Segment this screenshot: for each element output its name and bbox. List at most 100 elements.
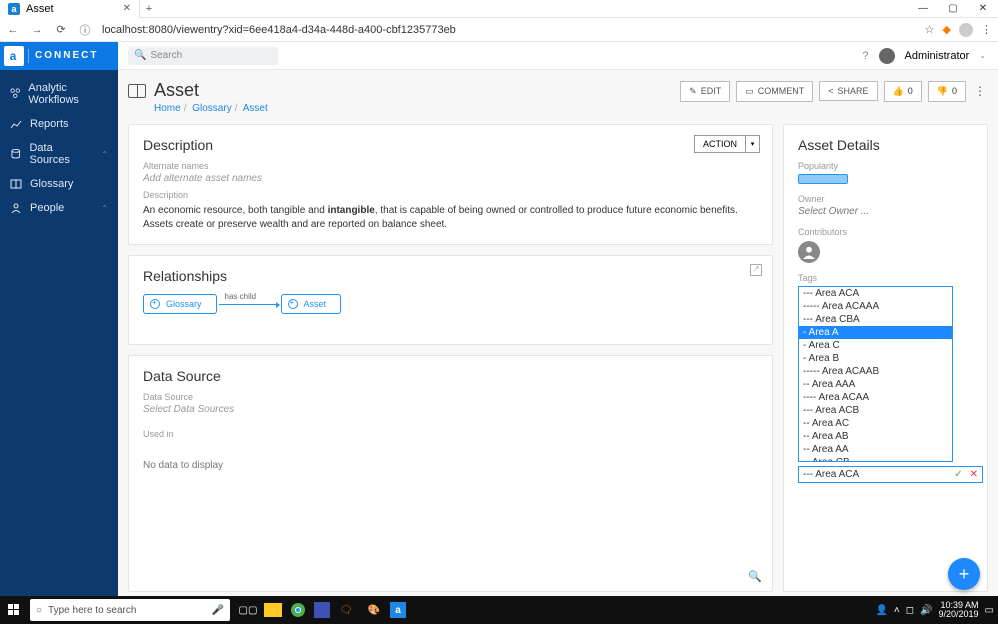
alt-names-input[interactable]: Add alternate asset names (143, 173, 758, 184)
tag-option[interactable]: - Area C (799, 339, 952, 352)
relationship-edge: has child (219, 304, 279, 305)
star-icon[interactable]: ☆ (925, 23, 935, 36)
tag-option[interactable]: --- Area ACB (799, 404, 952, 417)
app-icon-2[interactable]: 🗨 (334, 599, 358, 621)
close-icon[interactable]: ✕ (123, 3, 131, 14)
add-node-icon[interactable] (288, 299, 298, 309)
search-icon[interactable]: 🔍 (748, 570, 762, 583)
brand-logo[interactable]: a CONNECT (0, 42, 118, 70)
tag-option[interactable]: --- Area CBA (799, 313, 952, 326)
close-window-icon[interactable]: ✕ (968, 3, 998, 14)
popularity-label: Popularity (798, 161, 973, 171)
url-field[interactable]: localhost:8080/viewentry?xid=6ee418a4-d3… (102, 24, 915, 36)
tray-chevron-icon[interactable]: ˄ (894, 605, 900, 616)
tag-option[interactable]: -- Area AB (799, 430, 952, 443)
tag-option[interactable]: ----- Area ACAAA (799, 300, 952, 313)
sidebar-item-data-sources[interactable]: Data Sources ⌃ (0, 136, 118, 172)
tags-dropdown[interactable]: --- Area ACA----- Area ACAAA--- Area CBA… (798, 286, 953, 462)
profile-icon[interactable] (959, 23, 973, 37)
card-title: Asset Details (798, 137, 973, 153)
comment-icon: ▭ (745, 86, 754, 97)
action-dropdown-button[interactable]: ▾ (746, 135, 760, 153)
pin-icon[interactable]: ◆ (943, 23, 951, 36)
taskbar-search-placeholder: Type here to search (48, 605, 136, 616)
task-view-icon[interactable]: ▢▢ (236, 599, 260, 621)
chrome-icon[interactable] (286, 599, 310, 621)
user-avatar-icon[interactable] (879, 48, 895, 64)
cancel-icon[interactable]: ✕ (966, 469, 982, 480)
tag-option[interactable]: -- Area AC (799, 417, 952, 430)
contributor-avatar[interactable] (798, 241, 820, 263)
sidebar-item-label: People (30, 202, 64, 214)
maximize-icon[interactable]: ▢ (938, 3, 968, 14)
tag-option[interactable]: -- Area AA (799, 443, 952, 456)
sidebar-item-analytic-workflows[interactable]: Analytic Workflows (0, 76, 118, 112)
crumb-home[interactable]: Home (154, 103, 181, 114)
action-button[interactable]: ACTION (694, 135, 746, 153)
tag-option[interactable]: --- Area ACA (799, 287, 952, 300)
relationships-card: Relationships Glossary has child Asset (128, 255, 773, 345)
tag-option[interactable]: - Area A (799, 326, 952, 339)
data-source-select[interactable]: Select Data Sources (143, 404, 758, 415)
nav-back-icon[interactable]: ← (6, 24, 20, 36)
help-icon[interactable]: ? (862, 50, 868, 62)
relationship-node-from[interactable]: Glossary (143, 294, 217, 314)
app-topbar: a CONNECT 🔍 Search ? Administrator ⌄ (0, 42, 998, 70)
browser-tab[interactable]: a Asset ✕ (0, 0, 140, 18)
tags-label: Tags (798, 273, 973, 283)
book-icon (10, 178, 22, 190)
new-tab-button[interactable]: + (140, 3, 158, 15)
sidebar-item-reports[interactable]: Reports (0, 112, 118, 136)
tag-option[interactable]: - Area B (799, 352, 952, 365)
file-explorer-icon[interactable] (264, 603, 282, 617)
more-menu-button[interactable]: ⋮ (972, 80, 988, 102)
tags-input[interactable] (799, 467, 951, 482)
people-tray-icon[interactable]: 👤 (875, 605, 887, 616)
brand-text: CONNECT (35, 50, 98, 61)
dislike-button[interactable]: 👎0 (928, 81, 966, 102)
tag-option[interactable]: -- Area AAA (799, 378, 952, 391)
sidebar-item-people[interactable]: People ⌃ (0, 196, 118, 220)
person-icon (10, 202, 22, 214)
share-button[interactable]: <SHARE (819, 81, 877, 101)
edit-button[interactable]: ✎EDIT (680, 81, 730, 102)
sidebar-item-label: Analytic Workflows (28, 82, 108, 106)
fab-add-button[interactable]: + (948, 558, 980, 590)
global-search[interactable]: 🔍 Search (128, 47, 278, 65)
sidebar-item-glossary[interactable]: Glossary (0, 172, 118, 196)
confirm-icon[interactable]: ✓ (951, 469, 965, 480)
app-icon-3[interactable]: 🎨 (362, 599, 386, 621)
like-button[interactable]: 👍0 (884, 81, 922, 102)
chevron-icon: ⌃ (101, 204, 108, 213)
tag-option[interactable]: -- Area CB (799, 456, 952, 462)
network-tray-icon[interactable]: ◻ (906, 605, 914, 616)
volume-tray-icon[interactable]: 🔊 (920, 605, 932, 616)
owner-select[interactable]: Select Owner ... (798, 206, 973, 217)
start-button[interactable] (0, 596, 28, 624)
nav-forward-icon[interactable]: → (30, 24, 44, 36)
connect-app-icon[interactable]: a (390, 602, 406, 618)
browser-menu-icon[interactable]: ⋮ (981, 23, 992, 36)
notifications-tray-icon[interactable]: ▭ (985, 605, 994, 616)
minimize-icon[interactable]: — (908, 3, 938, 14)
description-card: ACTION ▾ Description Alternate names Add… (128, 124, 773, 245)
user-menu-chevron-icon[interactable]: ⌄ (979, 51, 986, 60)
share-icon: < (828, 86, 833, 96)
info-icon[interactable]: ⓘ (78, 22, 92, 38)
taskbar-search[interactable]: ○ Type here to search 🎤 (30, 599, 230, 621)
add-node-icon[interactable] (150, 299, 160, 309)
expand-icon[interactable] (750, 264, 762, 276)
reload-icon[interactable]: ⟳ (54, 23, 68, 36)
crumb-asset[interactable]: Asset (243, 103, 268, 114)
mic-icon[interactable]: 🎤 (212, 605, 224, 616)
workflow-icon (10, 88, 20, 100)
tag-option[interactable]: ---- Area ACAA (799, 391, 952, 404)
user-name[interactable]: Administrator (905, 50, 970, 62)
card-title: Description (143, 137, 758, 153)
comment-button[interactable]: ▭COMMENT (736, 81, 813, 102)
crumb-glossary[interactable]: Glossary (192, 103, 231, 114)
taskbar-clock[interactable]: 10:39 AM 9/20/2019 (939, 601, 979, 619)
relationship-node-to[interactable]: Asset (281, 294, 342, 314)
app-icon[interactable] (314, 602, 330, 618)
tag-option[interactable]: ----- Area ACAAB (799, 365, 952, 378)
